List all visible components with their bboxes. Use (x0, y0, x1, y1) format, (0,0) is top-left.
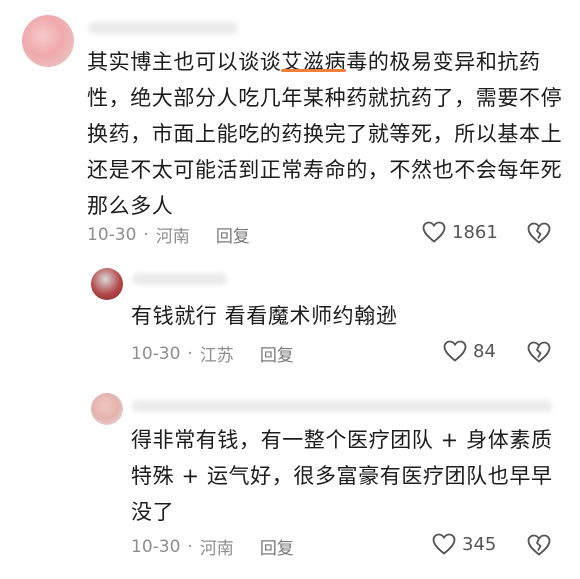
comment-meta: 10-30 · 河南 回复 (131, 534, 294, 560)
comment-text: 有钱就行 看看魔术师约翰逊 (131, 304, 398, 328)
dislike-button[interactable] (527, 222, 551, 248)
username-redacted[interactable] (132, 400, 552, 412)
broken-heart-icon (527, 341, 551, 363)
comment-date: 10-30 (87, 224, 137, 245)
comment-date: 10-30 (131, 536, 181, 557)
avatar[interactable] (22, 15, 74, 67)
broken-heart-icon (527, 534, 551, 556)
comment-location: 河南 (199, 539, 234, 559)
heart-outline-icon (443, 340, 467, 362)
broken-heart-icon (527, 222, 551, 244)
comment-location: 江苏 (199, 346, 234, 366)
heart-outline-icon (422, 221, 446, 243)
dislike-button[interactable] (527, 534, 551, 560)
avatar[interactable] (91, 268, 123, 300)
like-button[interactable]: 84 (443, 340, 496, 362)
like-count: 345 (462, 533, 497, 555)
comment-text: 得非常有钱，有一整个医疗团队 + 身体素质特殊 + 运气好，很多富豪有医疗团队也… (131, 428, 553, 524)
highlighted-keyword-link[interactable]: 艾滋病 (281, 50, 346, 74)
username-redacted[interactable] (88, 22, 238, 34)
like-button[interactable]: 1861 (422, 221, 498, 243)
username-redacted[interactable] (132, 273, 227, 285)
dislike-button[interactable] (527, 341, 551, 367)
comment-meta: 10-30 · 江苏 回复 (131, 341, 294, 367)
like-count: 1861 (452, 221, 498, 243)
separator-dot: · (187, 536, 193, 557)
comment-date: 10-30 (131, 343, 181, 364)
avatar[interactable] (91, 393, 123, 425)
reply-button[interactable]: 回复 (260, 534, 294, 559)
like-count: 84 (473, 340, 496, 362)
comment-meta: 10-30 · 河南 回复 (87, 222, 250, 248)
reply-button[interactable]: 回复 (260, 341, 294, 366)
comment-location: 河南 (155, 227, 190, 247)
separator-dot: · (187, 343, 193, 364)
like-button[interactable]: 345 (432, 533, 496, 555)
heart-outline-icon (432, 533, 456, 555)
comment-text: 其实博主也可以谈谈艾滋病毒的极易变异和抗药性，绝大部分人吃几年某种药就抗药了，需… (87, 50, 563, 218)
reply-button[interactable]: 回复 (216, 222, 250, 247)
separator-dot: · (143, 224, 149, 245)
